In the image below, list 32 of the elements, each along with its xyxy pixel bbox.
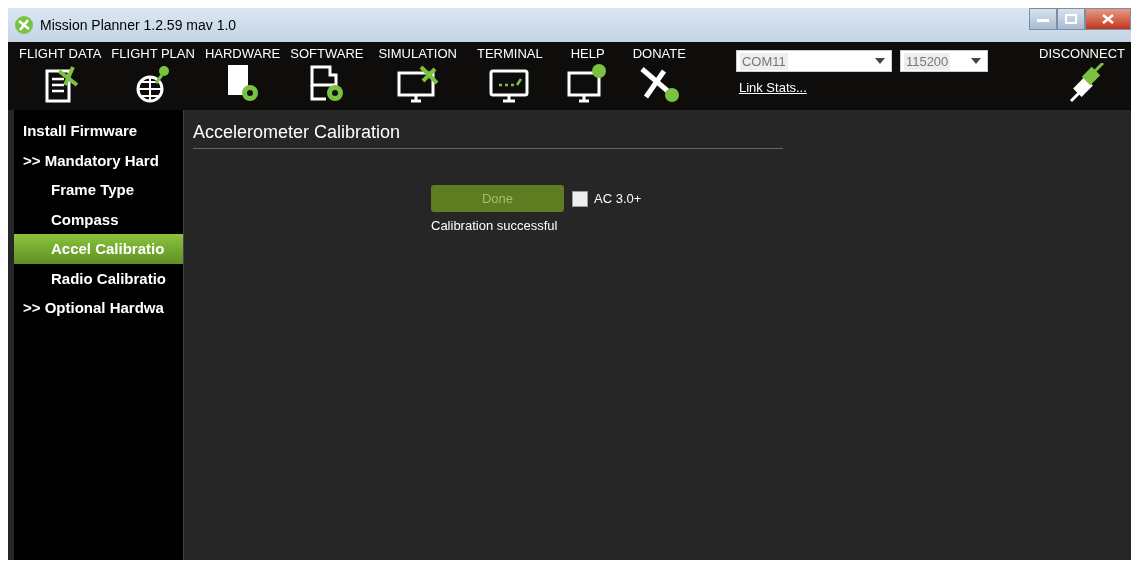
maximize-icon xyxy=(1065,14,1077,24)
baud-dropdown[interactable]: 115200 xyxy=(899,50,988,72)
sidebar-item[interactable]: Frame Type xyxy=(14,175,183,205)
checkbox-label: AC 3.0+ xyxy=(594,191,642,206)
menu-tab[interactable]: HARDWARE xyxy=(199,42,286,110)
menu-tab[interactable]: TERMINAL xyxy=(466,42,553,110)
disconnect-button[interactable]: DISCONNECT xyxy=(1034,42,1131,110)
link-stats-link[interactable]: Link Stats... xyxy=(738,80,807,95)
menu-tab[interactable]: FLIGHT DATA xyxy=(14,42,107,110)
close-button[interactable] xyxy=(1085,8,1131,30)
caret-icon xyxy=(874,58,885,64)
menu-tab[interactable]: HELP xyxy=(552,42,623,110)
sidebar-item[interactable]: >> Optional Hardwa xyxy=(14,293,183,323)
menu-tab[interactable]: SOFTWARE xyxy=(285,42,369,110)
port-dropdown[interactable]: COM11 xyxy=(735,50,892,72)
maximize-button[interactable] xyxy=(1057,8,1085,30)
menu-tab[interactable]: FLIGHT PLAN xyxy=(106,42,200,110)
sidebar-item[interactable]: >> Mandatory Hard xyxy=(14,145,183,175)
checkbox[interactable] xyxy=(572,190,588,207)
window-title: Mission Planner 1.2.59 mav 1.0 xyxy=(40,17,237,33)
menu-tab[interactable]: SIMULATION xyxy=(368,42,467,110)
sidebar-item[interactable]: Compass xyxy=(14,204,183,234)
close-icon xyxy=(1102,14,1114,24)
app-logo-icon xyxy=(14,15,34,35)
minimize-icon xyxy=(1037,16,1049,22)
minimize-button[interactable] xyxy=(1029,8,1057,30)
sidebar-item[interactable]: Radio Calibratio xyxy=(14,263,183,293)
status-text: Calibration successful xyxy=(431,218,559,233)
sidebar-item[interactable]: Install Firmware xyxy=(14,116,183,146)
panel-title: Accelerometer Calibration xyxy=(193,122,783,149)
menu-tab[interactable]: DONATE xyxy=(622,42,696,110)
caret-icon xyxy=(970,58,981,64)
